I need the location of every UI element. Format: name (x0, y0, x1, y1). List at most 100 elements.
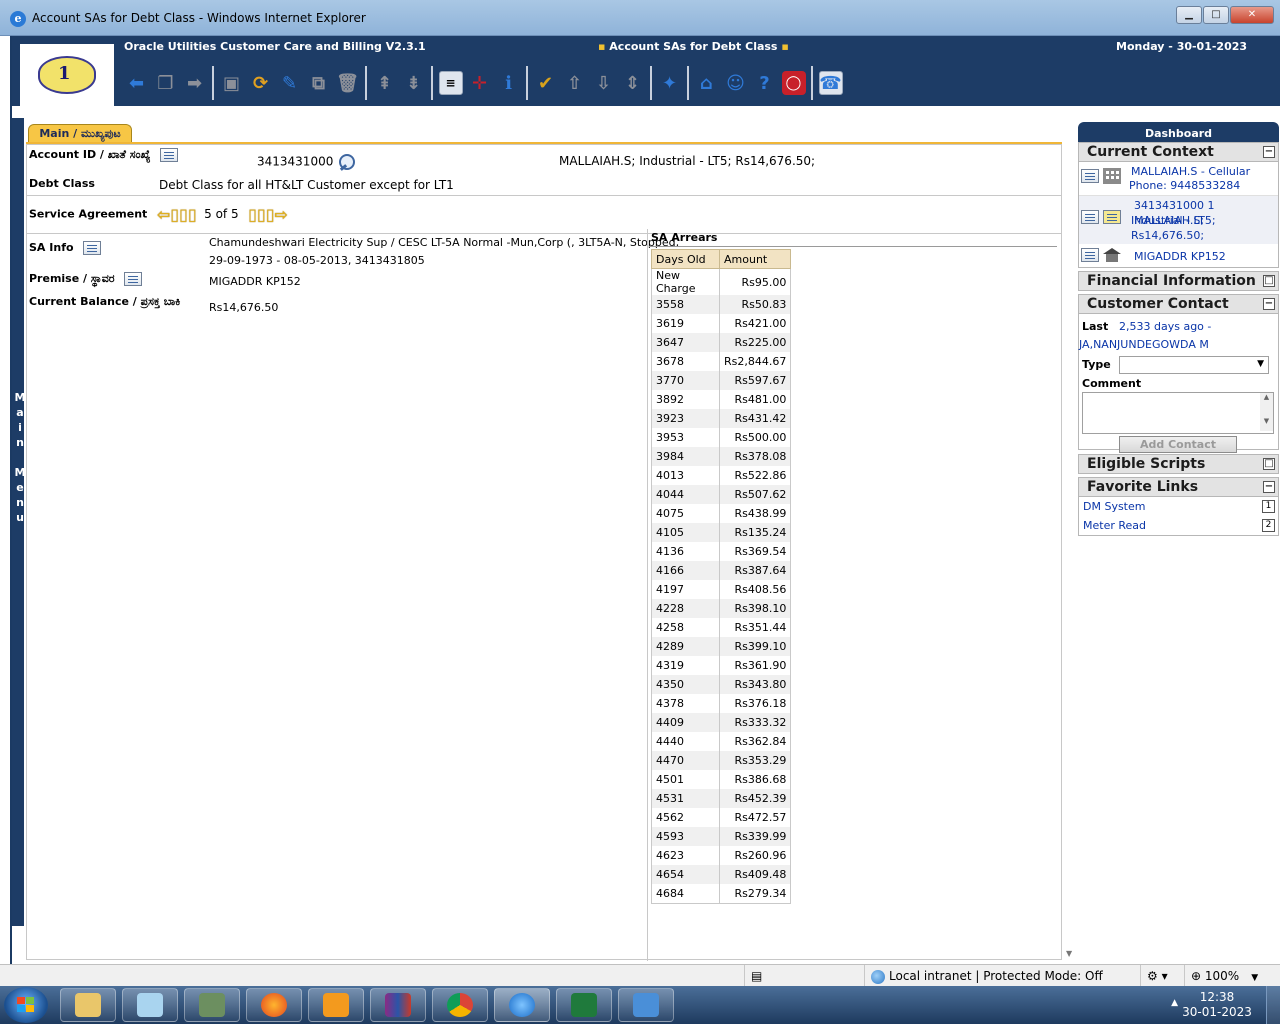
context-person[interactable]: MALLAIAH.S - Cellular Phone: 9448533284 (1079, 162, 1278, 196)
favorite-link-dm-system[interactable]: DM System 1 (1079, 497, 1278, 516)
info-icon[interactable]: ℹ (494, 68, 523, 98)
table-row: 4409 Rs333.32 (651, 713, 792, 732)
days-old-cell: 4562 (651, 808, 720, 827)
comment-textarea[interactable]: ▲ ▼ (1082, 392, 1274, 434)
premise-context-menu-icon[interactable] (124, 272, 143, 286)
monitor-taskbar-icon[interactable] (184, 988, 240, 1022)
close-button[interactable]: ✕ (1230, 6, 1274, 24)
help-icon[interactable]: ? (750, 68, 779, 98)
table-row: 4593 Rs339.99 (651, 827, 792, 846)
eligible-scripts-header[interactable]: Eligible Scripts □ (1078, 454, 1279, 474)
minimize-button[interactable]: ▁ (1176, 6, 1202, 24)
context-menu-icon[interactable] (1081, 210, 1099, 224)
collapse-icon[interactable]: − (1263, 298, 1275, 310)
add-contact-button[interactable]: Add Contact (1119, 436, 1237, 453)
context-premise[interactable]: MIGADDR KP152 (1079, 244, 1278, 268)
favorite-links-title: Favorite Links (1087, 479, 1199, 495)
menu-char: n (16, 436, 24, 449)
context-premise-text: MIGADDR KP152 (1134, 250, 1226, 263)
last-contact-value[interactable]: 2,533 days ago - (1119, 320, 1211, 333)
app-taskbar-icon[interactable] (618, 988, 674, 1022)
zoom-control[interactable]: ⊕ 100% ▼ (1184, 965, 1280, 987)
winrar-taskbar-icon[interactable] (370, 988, 426, 1022)
phone-icon[interactable]: ☎ (816, 68, 845, 98)
days-old-cell: 4197 (651, 580, 720, 599)
expand-icon[interactable]: □ (1263, 458, 1275, 470)
context-menu-icon[interactable] (1081, 248, 1099, 262)
explorer-taskbar-icon[interactable] (60, 988, 116, 1022)
cesc-logo: 1 (20, 44, 114, 106)
financial-information-header[interactable]: Financial Information □ (1078, 271, 1279, 291)
notepad-taskbar-icon[interactable] (122, 988, 178, 1022)
table-row: 4044 Rs507.62 (651, 485, 792, 504)
content-scrollbar[interactable]: ▼ (1066, 144, 1076, 960)
amount-cell: Rs50.83 (719, 295, 792, 314)
main-menu-label[interactable]: M a i n M e n u (14, 390, 26, 525)
sa-info-line2: 29-09-1973 - 08-05-2013, 3413431805 (209, 254, 425, 267)
notes-icon[interactable]: ≡ (436, 68, 465, 98)
amount-cell: Rs597.67 (719, 371, 792, 390)
collapse-icon[interactable]: − (1263, 481, 1275, 493)
expand-icon[interactable]: □ (1263, 275, 1275, 287)
next-sa-icon[interactable]: ▯▯▯⇨ (248, 205, 288, 224)
customer-contact-header[interactable]: Customer Contact − (1078, 294, 1279, 314)
firefox-taskbar-icon[interactable] (246, 988, 302, 1022)
menu-char: u (16, 511, 24, 524)
crosshair-icon[interactable]: ✛ (465, 68, 494, 98)
excel-taskbar-icon[interactable] (556, 988, 612, 1022)
user-icon[interactable]: ☺ (721, 68, 750, 98)
start-button[interactable] (4, 987, 48, 1023)
previous-icon[interactable]: ⇧ (560, 68, 589, 98)
ie-taskbar-icon[interactable] (494, 988, 550, 1022)
current-context-header[interactable]: Current Context − (1078, 142, 1279, 162)
go-to-top-icon[interactable]: ⇞ (370, 68, 399, 98)
show-desktop-button[interactable] (1266, 986, 1280, 1024)
days-old-cell: 4531 (651, 789, 720, 808)
collapse-icon[interactable]: − (1263, 146, 1275, 158)
favorite-links-panel: DM System 1 Meter Read 2 (1078, 497, 1279, 536)
checkmark-icon[interactable]: ✔ (531, 68, 560, 98)
context-menu-icon[interactable] (1081, 169, 1099, 183)
favorite-link-meter-read[interactable]: Meter Read 2 (1079, 516, 1278, 535)
scroll-down-arrow-icon[interactable]: ▼ (1066, 949, 1072, 958)
chrome-taskbar-icon[interactable] (432, 988, 488, 1022)
oracle-icon[interactable]: ◯ (779, 68, 808, 98)
sa-context-menu-icon[interactable] (83, 241, 102, 255)
save-icon[interactable]: ▣ (217, 68, 246, 98)
account-context-menu-icon[interactable] (159, 148, 178, 162)
copy-icon[interactable]: ❐ (151, 68, 180, 98)
table-row: 3984 Rs378.08 (651, 447, 792, 466)
chevron-down-icon: ▼ (1251, 973, 1259, 983)
tray-expand-icon[interactable]: ▲ (1171, 998, 1178, 1008)
maximize-button[interactable]: □ (1203, 6, 1229, 24)
go-to-bottom-icon[interactable]: ⇟ (399, 68, 428, 98)
person-line2: Phone: 9448533284 (1129, 179, 1241, 192)
forward-icon[interactable]: ➡ (180, 68, 209, 98)
context-account[interactable]: 3413431000 1 MALLAIAH.S; Industrial - LT… (1079, 196, 1278, 244)
protected-mode-icon[interactable]: ⚙ ▾ (1140, 965, 1184, 987)
delete-icon[interactable]: 🗑 (333, 68, 362, 98)
globe-icon (871, 969, 885, 984)
type-select[interactable]: ▼ (1119, 356, 1269, 374)
clear-icon[interactable]: ✎ (275, 68, 304, 98)
last-contact-person[interactable]: JA,NANJUNDEGOWDA M (1079, 338, 1209, 351)
favorite-links-header[interactable]: Favorite Links − (1078, 477, 1279, 497)
amount-cell: Rs387.64 (719, 561, 792, 580)
wizard-icon[interactable]: ✦ (655, 68, 684, 98)
duplicate-icon[interactable]: ⧉ (304, 68, 333, 98)
refresh-icon[interactable]: ⟳ (246, 68, 275, 98)
table-row: 4258 Rs351.44 (651, 618, 792, 637)
clock[interactable]: 12:38 30-01-2023 (1182, 990, 1252, 1020)
textarea-scrollbar[interactable]: ▲ ▼ (1260, 393, 1273, 431)
context-person-icons (1081, 168, 1121, 184)
expand-icon[interactable]: ⇕ (618, 68, 647, 98)
home-icon[interactable]: ⌂ (692, 68, 721, 98)
tab-main[interactable]: Main / ಮುಖ್ಯಪುಟ (28, 124, 132, 143)
back-icon[interactable]: ⬅ (122, 68, 151, 98)
page-title: Account SAs for Debt Class (609, 40, 778, 53)
next-icon[interactable]: ⇩ (589, 68, 618, 98)
ie-logo-icon: e (10, 11, 26, 27)
account-search-icon[interactable] (337, 153, 363, 171)
previous-sa-icon[interactable]: ⇦▯▯▯ (157, 205, 197, 224)
media-taskbar-icon[interactable] (308, 988, 364, 1022)
